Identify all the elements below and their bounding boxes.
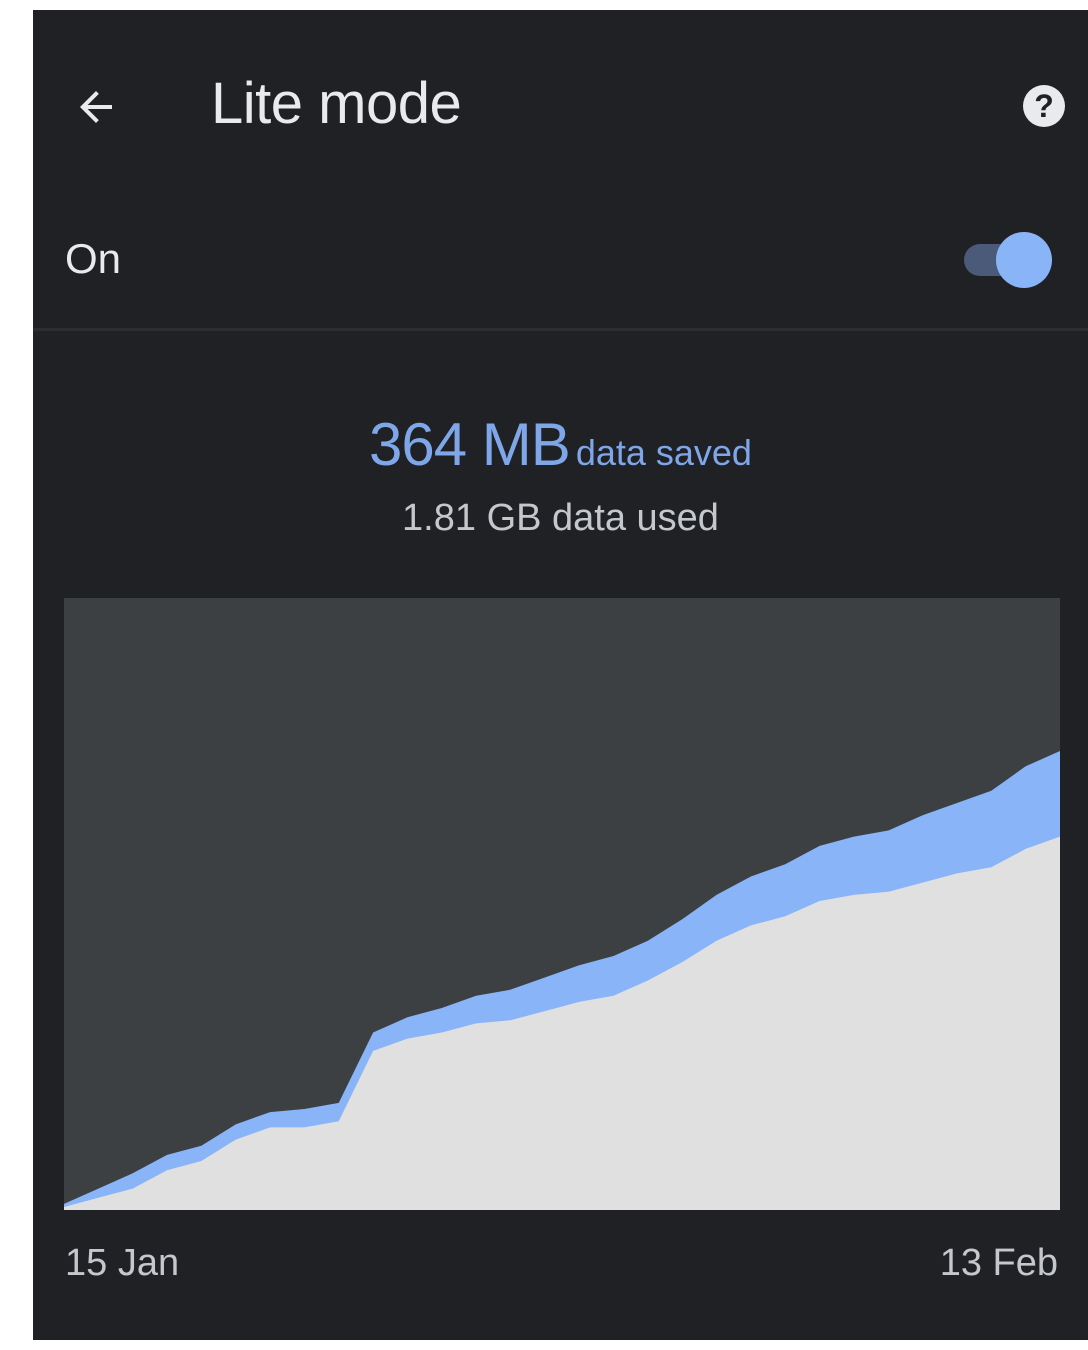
help-button[interactable]: ?: [1016, 78, 1072, 134]
lite-mode-toggle-row[interactable]: On: [33, 210, 1088, 328]
data-usage-chart: [33, 590, 1088, 1230]
saved-line: 364 MB data saved: [33, 410, 1088, 479]
toggle-label: On: [65, 235, 122, 282]
app-bar: Lite mode ?: [33, 10, 1088, 200]
page-title: Lite mode: [211, 71, 462, 136]
x-axis-start-label: 15 Jan: [65, 1242, 180, 1284]
data-summary: 364 MB data saved 1.81 GB data used: [33, 410, 1088, 540]
saved-value: 364 MB: [369, 411, 571, 478]
used-text: 1.81 GB data used: [402, 497, 719, 539]
back-arrow-icon: [80, 91, 112, 123]
lite-mode-switch[interactable]: [964, 230, 1052, 290]
help-icon: ?: [1023, 85, 1065, 127]
switch-thumb: [996, 232, 1052, 288]
chart-svg: [64, 598, 1060, 1210]
lite-mode-screen: Lite mode ? On 364 MB data saved 1.81 GB …: [33, 10, 1088, 1340]
x-axis-end-label: 13 Feb: [939, 1242, 1058, 1284]
divider: [33, 328, 1088, 331]
saved-label: data saved: [575, 432, 752, 473]
back-button[interactable]: [61, 72, 131, 142]
